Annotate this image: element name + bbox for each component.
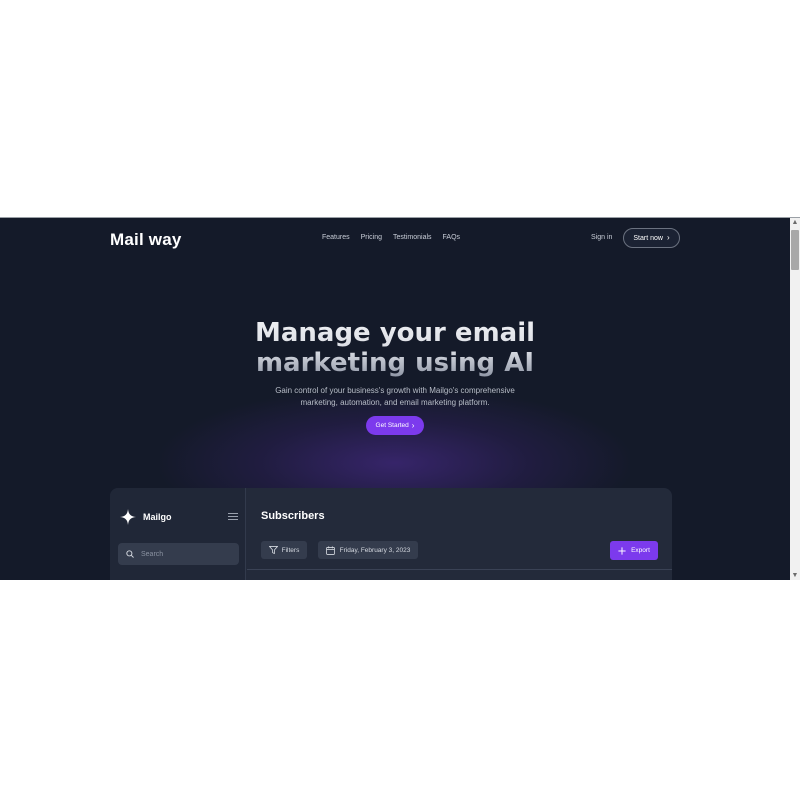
get-started-label: Get Started: [375, 422, 409, 429]
browser-viewport: Mail way Features Pricing Testimonials F…: [0, 217, 800, 580]
hero-title: Manage your email marketing using AI: [0, 318, 790, 378]
hero-subtitle: Gain control of your business's growth w…: [0, 385, 790, 409]
start-now-label: Start now: [633, 234, 663, 242]
chevron-right-icon: ›: [666, 233, 670, 242]
content-divider: [247, 569, 672, 570]
site-logo[interactable]: Mail way: [110, 230, 182, 250]
date-label: Friday, February 3, 2023: [339, 546, 411, 554]
dashboard-brand-name: Mailgo: [143, 512, 172, 522]
dashboard-preview: Mailgo Search Subscribers Filters Friday…: [110, 488, 672, 580]
nav-link-features[interactable]: Features: [322, 234, 350, 241]
filters-button[interactable]: Filters: [261, 541, 307, 559]
dashboard-sidebar: Mailgo Search: [110, 488, 246, 580]
export-button[interactable]: Export: [610, 541, 658, 560]
date-picker-button[interactable]: Friday, February 3, 2023: [318, 541, 418, 559]
scroll-down-icon[interactable]: ▼: [790, 571, 800, 580]
get-started-button[interactable]: Get Started ›: [366, 416, 424, 435]
chevron-right-icon: ›: [411, 420, 415, 430]
hero-title-line-1: Manage your email: [254, 318, 536, 348]
nav-link-pricing[interactable]: Pricing: [361, 234, 382, 241]
nav-links: Features Pricing Testimonials FAQs: [322, 234, 460, 241]
sparkle-icon: [120, 509, 136, 525]
filters-label: Filters: [281, 546, 300, 554]
page-scrollbar[interactable]: ▲ ▼: [790, 218, 800, 580]
plus-icon: [618, 546, 626, 555]
scroll-up-icon[interactable]: ▲: [790, 218, 800, 228]
export-label: Export: [631, 547, 650, 554]
search-icon: [126, 550, 134, 558]
hero-subtitle-line-2: marketing, automation, and email marketi…: [300, 398, 490, 407]
page-title: Subscribers: [261, 510, 325, 522]
search-placeholder: Search: [141, 550, 164, 558]
sign-in-link[interactable]: Sign in: [591, 234, 612, 241]
calendar-icon: [325, 545, 335, 555]
scroll-thumb[interactable]: [791, 230, 799, 270]
nav-link-faqs[interactable]: FAQs: [443, 234, 461, 241]
filter-icon: [268, 546, 278, 554]
hero-title-line-2: marketing using AI: [255, 348, 535, 378]
search-input[interactable]: Search: [118, 543, 239, 565]
menu-icon[interactable]: [228, 513, 238, 521]
hero-subtitle-line-1: Gain control of your business's growth w…: [275, 386, 515, 395]
nav-link-testimonials[interactable]: Testimonials: [393, 234, 432, 241]
start-now-button[interactable]: Start now ›: [623, 228, 680, 248]
